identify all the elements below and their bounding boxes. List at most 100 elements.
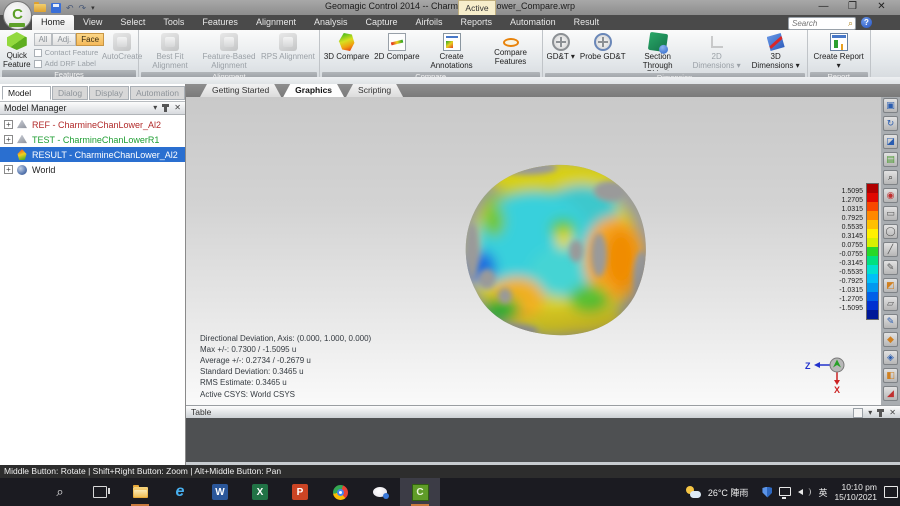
panel-tab-model-manager[interactable]: Model Manager bbox=[2, 86, 51, 100]
panel-dropdown-icon[interactable]: ▾ bbox=[153, 103, 157, 113]
graphics-viewport[interactable]: Directional Deviation, Axis: (0.000, 1.0… bbox=[186, 97, 881, 405]
expand-icon[interactable]: + bbox=[4, 135, 13, 144]
select-visible-icon[interactable]: ◆ bbox=[883, 332, 898, 347]
rectangle-selection-icon[interactable]: ▭ bbox=[883, 206, 898, 221]
select-backface-icon[interactable]: ◧ bbox=[883, 368, 898, 383]
probe-gdt-button[interactable]: Probe GD&T bbox=[579, 31, 627, 63]
panel-pin-icon[interactable] bbox=[164, 104, 167, 112]
taskbar-word[interactable]: W bbox=[200, 478, 240, 506]
menu-tab-select[interactable]: Select bbox=[111, 15, 154, 30]
table-dropdown-icon[interactable]: ▾ bbox=[868, 408, 872, 418]
taskbar-search[interactable]: ⌕ bbox=[40, 478, 80, 506]
zoom-window-icon[interactable]: ⌕ bbox=[883, 170, 898, 185]
brush-selection-icon[interactable]: ✎ bbox=[883, 260, 898, 275]
filter-face-button[interactable]: Face bbox=[76, 33, 104, 46]
fit-view-icon[interactable]: ▣ bbox=[883, 98, 898, 113]
menu-tab-view[interactable]: View bbox=[74, 15, 111, 30]
menu-tab-capture[interactable]: Capture bbox=[356, 15, 406, 30]
minimize-button[interactable]: — bbox=[809, 0, 838, 14]
action-center-icon[interactable] bbox=[884, 486, 898, 498]
compare-features-button[interactable]: Compare Features bbox=[483, 31, 539, 67]
quick-feature-button[interactable]: Quick Feature bbox=[3, 31, 31, 69]
pen-selection-icon[interactable]: ✎ bbox=[883, 314, 898, 329]
polygon-selection-icon[interactable]: ▱ bbox=[883, 296, 898, 311]
menu-tab-analysis[interactable]: Analysis bbox=[305, 15, 357, 30]
menu-tab-reports[interactable]: Reports bbox=[452, 15, 502, 30]
tree-item-ref[interactable]: +REF - CharmineChanLower_Al2 bbox=[0, 117, 185, 132]
language-indicator[interactable]: 英 bbox=[818, 486, 827, 499]
table-close-icon[interactable]: ✕ bbox=[889, 408, 896, 418]
rotate-view-icon[interactable]: ↻ bbox=[883, 116, 898, 131]
contact-feature-checkbox[interactable]: Contact Feature bbox=[34, 48, 104, 57]
menu-tab-airfoils[interactable]: Airfoils bbox=[407, 15, 452, 30]
taskbar-file-explorer[interactable] bbox=[120, 478, 160, 506]
tree-item-world[interactable]: +World bbox=[0, 162, 185, 177]
table-pin-icon[interactable] bbox=[879, 409, 882, 417]
tree-item-result[interactable]: RESULT - CharmineChanLower_Al2 bbox=[0, 147, 185, 162]
line-selection-icon[interactable]: ╱ bbox=[883, 242, 898, 257]
tree-item-test[interactable]: +TEST - CharmineChanLowerR1 bbox=[0, 132, 185, 147]
taskbar-task-view[interactable] bbox=[80, 478, 120, 506]
geomagic-logo[interactable]: C bbox=[3, 1, 32, 30]
network-icon[interactable] bbox=[779, 487, 791, 496]
menu-tab-result[interactable]: Result bbox=[565, 15, 609, 30]
3d-dimensions-button[interactable]: 3D Dimensions ▾ bbox=[748, 31, 804, 71]
taskbar-powerpoint[interactable]: P bbox=[280, 478, 320, 506]
create-report-button[interactable]: Create Report ▾ bbox=[811, 31, 867, 71]
menu-tab-home[interactable]: Home bbox=[32, 15, 74, 30]
taskbar-paint-3d[interactable] bbox=[360, 478, 400, 506]
taskbar-internet-explorer[interactable]: e bbox=[160, 478, 200, 506]
menu-tab-automation[interactable]: Automation bbox=[501, 15, 565, 30]
expand-icon[interactable]: + bbox=[4, 120, 13, 129]
filter-adj-button[interactable]: Adj. bbox=[52, 33, 76, 46]
select-through-icon[interactable]: ◈ bbox=[883, 350, 898, 365]
close-button[interactable]: ✕ bbox=[867, 0, 896, 14]
maximize-button[interactable]: ❐ bbox=[838, 0, 867, 14]
section-through-object-button[interactable]: Section Through Object bbox=[630, 31, 686, 72]
defender-shield-icon[interactable] bbox=[762, 487, 772, 498]
taskbar-clock[interactable]: 10:10 pm 15/10/2021 bbox=[834, 482, 877, 502]
shading-mode-icon[interactable]: ▤ bbox=[883, 152, 898, 167]
panel-tab-dialog[interactable]: Dialog bbox=[52, 86, 88, 100]
deviation-model[interactable] bbox=[442, 159, 672, 339]
ribbon-edge bbox=[0, 77, 900, 84]
expand-icon[interactable]: + bbox=[4, 165, 13, 174]
spin-view-icon[interactable]: ◉ bbox=[883, 188, 898, 203]
menu-tab-alignment[interactable]: Alignment bbox=[247, 15, 305, 30]
add-drf-label-checkbox[interactable]: Add DRF Label bbox=[34, 59, 104, 68]
3d-compare-button[interactable]: 3D Compare bbox=[323, 31, 370, 63]
filter-all-button[interactable]: All bbox=[34, 33, 53, 46]
panel-tab-automation[interactable]: Automation bbox=[130, 86, 185, 100]
menu-tab-tools[interactable]: Tools bbox=[154, 15, 193, 30]
panel-tab-display[interactable]: Display bbox=[89, 86, 129, 100]
taskbar-chrome[interactable] bbox=[320, 478, 360, 506]
weather-icon[interactable] bbox=[686, 486, 701, 498]
search-icon[interactable]: ⌕ bbox=[848, 18, 855, 29]
lasso-selection-icon[interactable]: ◢ bbox=[883, 386, 898, 401]
z-axis-label: Z bbox=[805, 361, 811, 371]
custom-region-selection-icon[interactable]: ◩ bbox=[883, 278, 898, 293]
probe-gdt-icon bbox=[594, 33, 612, 51]
menu-tab-features[interactable]: Features bbox=[193, 15, 247, 30]
volume-icon[interactable] bbox=[798, 487, 811, 497]
help-button[interactable]: ? bbox=[861, 17, 872, 28]
gdt-button[interactable]: GD&T ▾ bbox=[546, 31, 576, 63]
taskbar-start[interactable] bbox=[0, 478, 40, 506]
doc-tab-graphics[interactable]: Graphics bbox=[283, 84, 344, 97]
table-detach-icon[interactable] bbox=[853, 408, 863, 418]
ellipse-selection-icon[interactable]: ◯ bbox=[883, 224, 898, 239]
doc-tab-getting-started[interactable]: Getting Started bbox=[200, 84, 281, 97]
checkbox-icon bbox=[34, 60, 42, 68]
doc-tab-scripting[interactable]: Scripting bbox=[346, 84, 403, 97]
2d-compare-button[interactable]: 2D Compare bbox=[373, 31, 420, 63]
create-annotations-button[interactable]: Create Annotations bbox=[424, 31, 480, 71]
taskbar-geomagic[interactable]: C bbox=[400, 478, 440, 506]
weather-text[interactable]: 26°C 陣雨 bbox=[708, 486, 749, 499]
file-explorer-icon bbox=[133, 487, 148, 498]
zoom-extents-icon[interactable]: ◪ bbox=[883, 134, 898, 149]
taskbar-excel[interactable]: X bbox=[240, 478, 280, 506]
search-input[interactable] bbox=[789, 19, 848, 28]
legend-value: -0.7925 bbox=[839, 278, 863, 286]
panel-close-icon[interactable]: ✕ bbox=[174, 103, 181, 113]
menu-tab-row: HomeViewSelectToolsFeaturesAlignmentAnal… bbox=[32, 15, 608, 30]
